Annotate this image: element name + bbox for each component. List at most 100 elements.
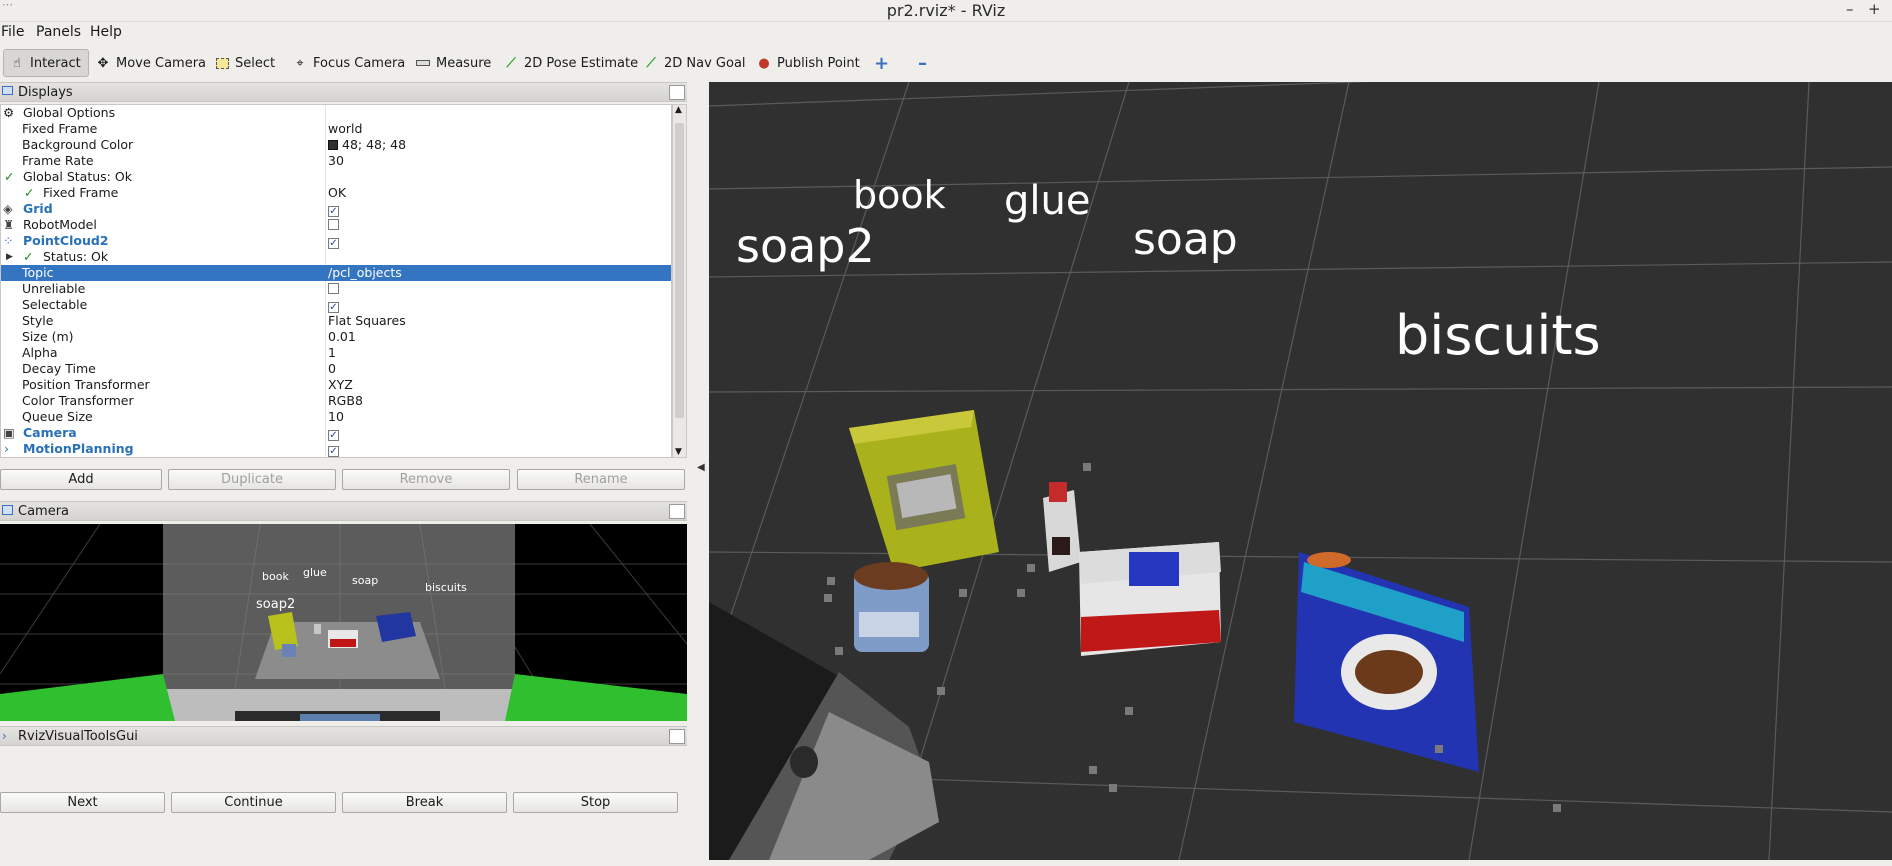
break-button[interactable]: Break — [342, 792, 507, 813]
add-tool-button[interactable]: + — [868, 49, 895, 77]
select-tool[interactable]: Select — [209, 49, 281, 77]
menu-panels[interactable]: Panels — [36, 24, 81, 40]
pointcloud2-checkbox[interactable]: ✓ — [328, 233, 339, 249]
row-key: Size (m) — [22, 329, 74, 344]
topic-value[interactable]: /pcl_objects — [328, 265, 402, 281]
tree-row-style[interactable]: Style Flat Squares — [1, 313, 671, 329]
checkmark-icon: ✓ — [24, 185, 35, 200]
move-camera-tool[interactable]: ✥ Move Camera — [90, 49, 212, 77]
tree-row-fixed-frame[interactable]: Fixed Frame world — [1, 121, 671, 137]
grid-icon: ◈ — [3, 201, 13, 216]
remove-tool-button[interactable]: – — [912, 49, 933, 77]
nav-goal-tool[interactable]: ⟋ 2D Nav Goal — [638, 49, 752, 77]
visual-tools-title: RvizVisualToolsGui — [18, 729, 138, 744]
robot-icon: ♜ — [3, 217, 15, 232]
row-value: OK — [328, 185, 347, 200]
chevron-right-icon: › — [4, 441, 9, 456]
panel-undock-button[interactable] — [669, 729, 685, 744]
grid-checkbox[interactable]: ✓ — [328, 201, 339, 217]
selectable-checkbox[interactable]: ✓ — [328, 297, 339, 313]
row-key: Background Color — [22, 137, 134, 152]
stop-button[interactable]: Stop — [513, 792, 678, 813]
tree-row-decay-time[interactable]: Decay Time 0 — [1, 361, 671, 377]
tree-row-unreliable[interactable]: Unreliable — [1, 281, 671, 297]
menu-help[interactable]: Help — [90, 24, 122, 40]
row-value[interactable]: 10 — [328, 409, 344, 425]
publish-point-label: Publish Point — [777, 55, 860, 71]
row-value[interactable]: 30 — [328, 153, 344, 169]
chevron-right-icon: › — [2, 729, 7, 743]
window-menu-icon[interactable]: ⋯ — [2, 0, 13, 11]
panel-undock-button[interactable] — [669, 504, 685, 519]
tree-row-motion-planning[interactable]: › MotionPlanning ✓ — [1, 441, 671, 457]
tree-row-alpha[interactable]: Alpha 1 — [1, 345, 671, 361]
scroll-down-icon[interactable]: ▼ — [675, 447, 682, 457]
row-key: Position Transformer — [22, 377, 150, 392]
row-key: Style — [22, 313, 54, 328]
remove-button[interactable]: Remove — [342, 469, 510, 490]
duplicate-button[interactable]: Duplicate — [168, 469, 336, 490]
tree-row-background-color[interactable]: Background Color 48; 48; 48 — [1, 137, 671, 153]
robot-model-checkbox[interactable] — [328, 217, 339, 233]
row-value[interactable]: XYZ — [328, 377, 353, 393]
cam-label-book: book — [262, 570, 289, 583]
publish-point-tool[interactable]: ● Publish Point — [751, 49, 866, 77]
scrollbar-thumb[interactable] — [675, 123, 684, 418]
minimize-button[interactable]: – — [1846, 0, 1854, 18]
move-camera-label: Move Camera — [116, 55, 207, 71]
row-value[interactable]: 1 — [328, 345, 336, 361]
row-key: Grid — [23, 201, 53, 216]
row-value[interactable]: RGB8 — [328, 393, 363, 409]
row-value[interactable]: 48; 48; 48 — [328, 137, 406, 153]
unreliable-checkbox[interactable] — [328, 281, 339, 297]
menu-file[interactable]: File — [1, 24, 24, 40]
tree-row-camera[interactable]: ▣ Camera ✓ — [1, 425, 671, 441]
menu-bar: File Panels Help — [0, 22, 1892, 44]
row-value[interactable]: world — [328, 121, 362, 137]
tree-row-robot-model[interactable]: ♜ RobotModel — [1, 217, 671, 233]
rename-button[interactable]: Rename — [517, 469, 685, 490]
panel-splitter[interactable]: ◀ — [695, 82, 709, 860]
tree-row-global-status[interactable]: ✓ Global Status: Ok — [1, 169, 671, 185]
tree-row-selectable[interactable]: Selectable ✓ — [1, 297, 671, 313]
cam-label-soap: soap — [352, 574, 378, 587]
add-display-button[interactable]: Add — [0, 469, 162, 490]
tree-row-topic[interactable]: Topic /pcl_objects — [1, 265, 671, 281]
tree-row-size[interactable]: Size (m) 0.01 — [1, 329, 671, 345]
collapse-arrow-icon[interactable]: ◀ — [697, 462, 705, 473]
camera-view[interactable]: book glue soap biscuits soap2 — [0, 524, 687, 721]
displays-scrollbar[interactable]: ▲ ▼ — [672, 104, 687, 458]
tree-row-global-options[interactable]: ⚙ Global Options — [1, 105, 671, 121]
focus-camera-tool[interactable]: ⌖ Focus Camera — [287, 49, 411, 77]
camera-icon: ▣ — [3, 425, 15, 440]
row-value[interactable]: 0.01 — [328, 329, 356, 345]
toolbar: ☝ Interact ✥ Move Camera Select ⌖ Focus … — [0, 46, 1892, 80]
scroll-up-icon[interactable]: ▲ — [675, 105, 682, 115]
tree-row-frame-rate[interactable]: Frame Rate 30 — [1, 153, 671, 169]
tree-row-grid[interactable]: ◈ Grid ✓ — [1, 201, 671, 217]
row-key: Frame Rate — [22, 153, 94, 168]
tree-row-position-transformer[interactable]: Position Transformer XYZ — [1, 377, 671, 393]
3d-viewport[interactable]: book glue soap2 soap biscuits — [709, 82, 1892, 860]
pose-estimate-tool[interactable]: ⟋ 2D Pose Estimate — [498, 49, 644, 77]
camera-panel-header: Camera — [0, 501, 687, 521]
tree-row-queue-size[interactable]: Queue Size 10 — [1, 409, 671, 425]
panel-undock-button[interactable] — [669, 85, 685, 100]
maximize-button[interactable]: + — [1868, 0, 1881, 18]
tree-row-fixed-frame-status[interactable]: ✓ Fixed Frame OK — [1, 185, 671, 201]
tree-row-color-transformer[interactable]: Color Transformer RGB8 — [1, 393, 671, 409]
row-value[interactable]: Flat Squares — [328, 313, 406, 329]
camera-checkbox[interactable]: ✓ — [328, 425, 339, 441]
measure-tool[interactable]: Measure — [410, 49, 497, 77]
expand-arrow-icon[interactable]: ▶ — [6, 249, 13, 265]
row-value[interactable]: 0 — [328, 361, 336, 377]
tree-row-pointcloud-status[interactable]: ▶ ✓ Status: Ok — [1, 249, 671, 265]
interact-tool[interactable]: ☝ Interact — [3, 49, 89, 77]
continue-button[interactable]: Continue — [171, 792, 336, 813]
motion-planning-checkbox[interactable]: ✓ — [328, 441, 339, 457]
row-key: Fixed Frame — [22, 121, 98, 136]
next-button[interactable]: Next — [0, 792, 165, 813]
row-key: Camera — [23, 425, 77, 440]
tree-row-pointcloud2[interactable]: ⁘ PointCloud2 ✓ — [1, 233, 671, 249]
measure-label: Measure — [436, 55, 492, 71]
